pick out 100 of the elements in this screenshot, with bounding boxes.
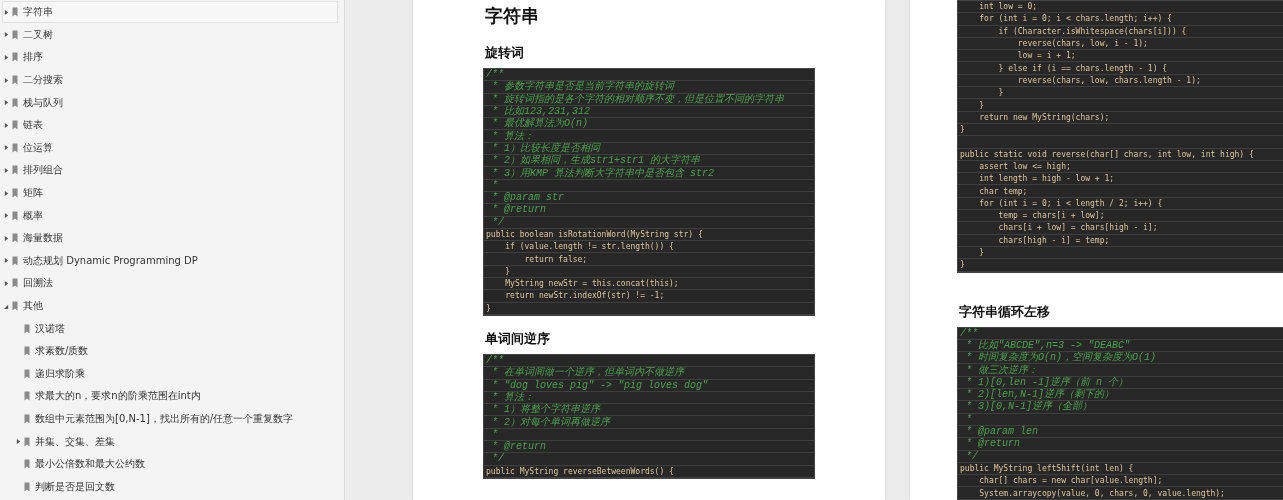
code-comment: * bbox=[491, 179, 498, 191]
outline-item[interactable]: 数组中元素范围为[0,N-1]，找出所有的/任意一个重复数字 bbox=[14, 408, 338, 430]
bookmark-icon bbox=[12, 210, 18, 221]
code-comment: /** bbox=[960, 327, 978, 339]
bookmark-icon bbox=[12, 278, 18, 289]
code-comment: * 3)[0,N-1]逆序（全部） bbox=[965, 401, 1092, 413]
code-line: if (value.length != str.length()) { bbox=[504, 241, 674, 253]
section-heading: 单词间逆序 bbox=[485, 329, 551, 346]
section-heading: 字符串循环左移 bbox=[959, 302, 1051, 319]
code-line: low = i + 1; bbox=[1016, 50, 1076, 62]
bookmark-icon bbox=[12, 52, 18, 63]
code-line: } bbox=[960, 124, 965, 136]
collapse-arrow-icon[interactable] bbox=[4, 302, 9, 310]
bookmark-icon bbox=[24, 414, 30, 424]
code-line: assert low <= high; bbox=[978, 161, 1071, 172]
expand-arrow-icon[interactable] bbox=[4, 212, 9, 220]
code-comment: * 最优解算法为O(n) bbox=[491, 118, 588, 130]
code-comment: */ bbox=[491, 216, 504, 228]
code-line: chars[i + low] = chars[high - i]; bbox=[997, 222, 1158, 234]
bookmark-icon bbox=[12, 233, 18, 244]
expand-arrow-icon[interactable] bbox=[4, 8, 9, 16]
code-line: char temp; bbox=[978, 185, 1028, 197]
code-line: char[] chars = new char[value.length]; bbox=[978, 475, 1163, 487]
code-line: public MyString leftShift(int len) { bbox=[960, 462, 1134, 474]
bookmark-icon bbox=[12, 301, 18, 311]
code-line: System.arraycopy(value, 0, chars, 0, value.length); bbox=[978, 487, 1225, 499]
outline-item[interactable]: 栈与队列 bbox=[2, 91, 338, 114]
outline-item[interactable]: 动态规划 Dynamic Programming DP bbox=[2, 249, 338, 272]
expand-arrow-icon[interactable] bbox=[4, 31, 9, 39]
outline-item[interactable]: 二分搜索 bbox=[2, 69, 338, 92]
outline-item[interactable]: 矩阵 bbox=[2, 182, 338, 205]
code-comment: * 1)[0,len -1]逆序（前 n 个） bbox=[965, 376, 1129, 388]
code-comment: * 比如123,231,312 bbox=[491, 106, 590, 118]
outline-item[interactable]: 求最大的n，要求n的阶乘范围在int内 bbox=[14, 385, 338, 408]
bookmark-icon bbox=[12, 97, 18, 108]
code-line: int low = 0; bbox=[978, 1, 1038, 13]
code-line: return new MyString(chars); bbox=[978, 111, 1110, 123]
code-comment: /** bbox=[486, 69, 504, 81]
code-line: MyString newStr = this.concat(this); bbox=[504, 278, 679, 290]
expand-arrow-icon[interactable] bbox=[4, 166, 9, 174]
bookmark-icon bbox=[24, 323, 30, 334]
expand-arrow-icon[interactable] bbox=[4, 121, 9, 129]
code-comment: * @return bbox=[491, 441, 546, 453]
outline-item[interactable]: 汉诺塔 bbox=[14, 317, 338, 340]
expand-arrow-icon[interactable] bbox=[4, 257, 9, 265]
bookmark-icon bbox=[24, 481, 30, 492]
outline-item[interactable]: 链表 bbox=[2, 114, 338, 137]
code-comment: * bbox=[965, 413, 972, 425]
outline-item[interactable]: 判断是否是回文数 bbox=[14, 475, 338, 498]
code-line: reverse(chars, low, i - 1); bbox=[1016, 38, 1148, 50]
outline-item[interactable]: 概率 bbox=[2, 204, 338, 227]
code-comment: * 时间复杂度为O(n)，空间复杂度为O(1) bbox=[965, 352, 1156, 364]
outline-item[interactable]: 排序 bbox=[2, 46, 338, 69]
bookmark-icon bbox=[24, 391, 30, 402]
bookmark-icon bbox=[12, 7, 18, 18]
outline-item[interactable]: 海量数据 bbox=[2, 227, 338, 250]
code-comment: * 2)[len,N-1]逆序（剩下的） bbox=[965, 389, 1114, 401]
expand-arrow-icon[interactable] bbox=[4, 279, 9, 287]
expand-arrow-icon[interactable] bbox=[4, 189, 9, 197]
code-comment: * 2）如果相同，生成str1+str1 的大字符串 bbox=[491, 155, 700, 167]
expand-arrow-icon[interactable] bbox=[4, 144, 9, 152]
code-line: if (Character.isWhitespace(chars[i])) { bbox=[997, 25, 1187, 37]
code-comment: * 参数字符串是否是当前字符串的旋转词 bbox=[491, 81, 674, 93]
outline-item[interactable]: 回溯法 bbox=[2, 272, 338, 295]
code-line: } bbox=[997, 87, 1004, 99]
bookmark-icon bbox=[12, 188, 18, 199]
bookmark-icon bbox=[12, 29, 18, 40]
code-comment: * 算法： bbox=[491, 391, 534, 403]
code-line: public boolean isRotationWord(MyString str) { bbox=[486, 229, 703, 240]
code-comment: * @param len bbox=[965, 426, 1038, 438]
bookmark-icon bbox=[12, 120, 18, 131]
code-line: return false; bbox=[523, 253, 588, 265]
expand-arrow-icon[interactable] bbox=[4, 99, 9, 107]
code-comment: * @return bbox=[491, 204, 546, 216]
code-comment: * 1）将整个字符串逆序 bbox=[491, 404, 600, 416]
expand-arrow-icon[interactable] bbox=[16, 438, 21, 446]
outline-item[interactable]: 字符串 bbox=[2, 1, 338, 24]
bookmark-icon bbox=[12, 142, 18, 153]
code-line: } bbox=[960, 259, 965, 271]
bookmark-icon bbox=[12, 165, 18, 176]
expand-arrow-icon[interactable] bbox=[4, 234, 9, 242]
code-comment: * @return bbox=[965, 438, 1020, 450]
outline-item[interactable]: 求素数/质数 bbox=[14, 340, 338, 363]
outline-item[interactable]: 最小公倍数和最大公约数 bbox=[14, 453, 338, 476]
code-line: return newStr.indexOf(str) != -1; bbox=[504, 290, 665, 302]
code-line: public MyString reverseBetweenWords() { bbox=[486, 465, 674, 477]
code-comment: * 3）用KMP 算法判断大字符串中是否包含 str2 bbox=[491, 167, 714, 179]
code-comment: * 旋转词指的是各个字符的相对顺序不变，但是位置不同的字符串 bbox=[491, 93, 784, 105]
outline-item[interactable]: 其他 bbox=[2, 295, 338, 317]
code-line: for (int i = 0; i < chars.length; i++) { bbox=[978, 13, 1172, 25]
outline-item[interactable]: 递归求阶乘 bbox=[14, 362, 338, 385]
expand-arrow-icon[interactable] bbox=[4, 76, 9, 84]
expand-arrow-icon[interactable] bbox=[4, 54, 9, 61]
outline-item[interactable]: 并集、交集、差集 bbox=[14, 430, 338, 453]
outline-item[interactable]: 二叉树 bbox=[2, 23, 338, 46]
code-comment: * 在单词间做一个逆序，但单词内不做逆序 bbox=[491, 367, 684, 379]
outline-item[interactable]: 排列组合 bbox=[2, 159, 338, 182]
outline-item[interactable]: 位运算 bbox=[2, 136, 338, 159]
code-line: for (int i = 0; i < length / 2; i++) { bbox=[978, 197, 1163, 209]
code-comment: * bbox=[491, 428, 498, 440]
